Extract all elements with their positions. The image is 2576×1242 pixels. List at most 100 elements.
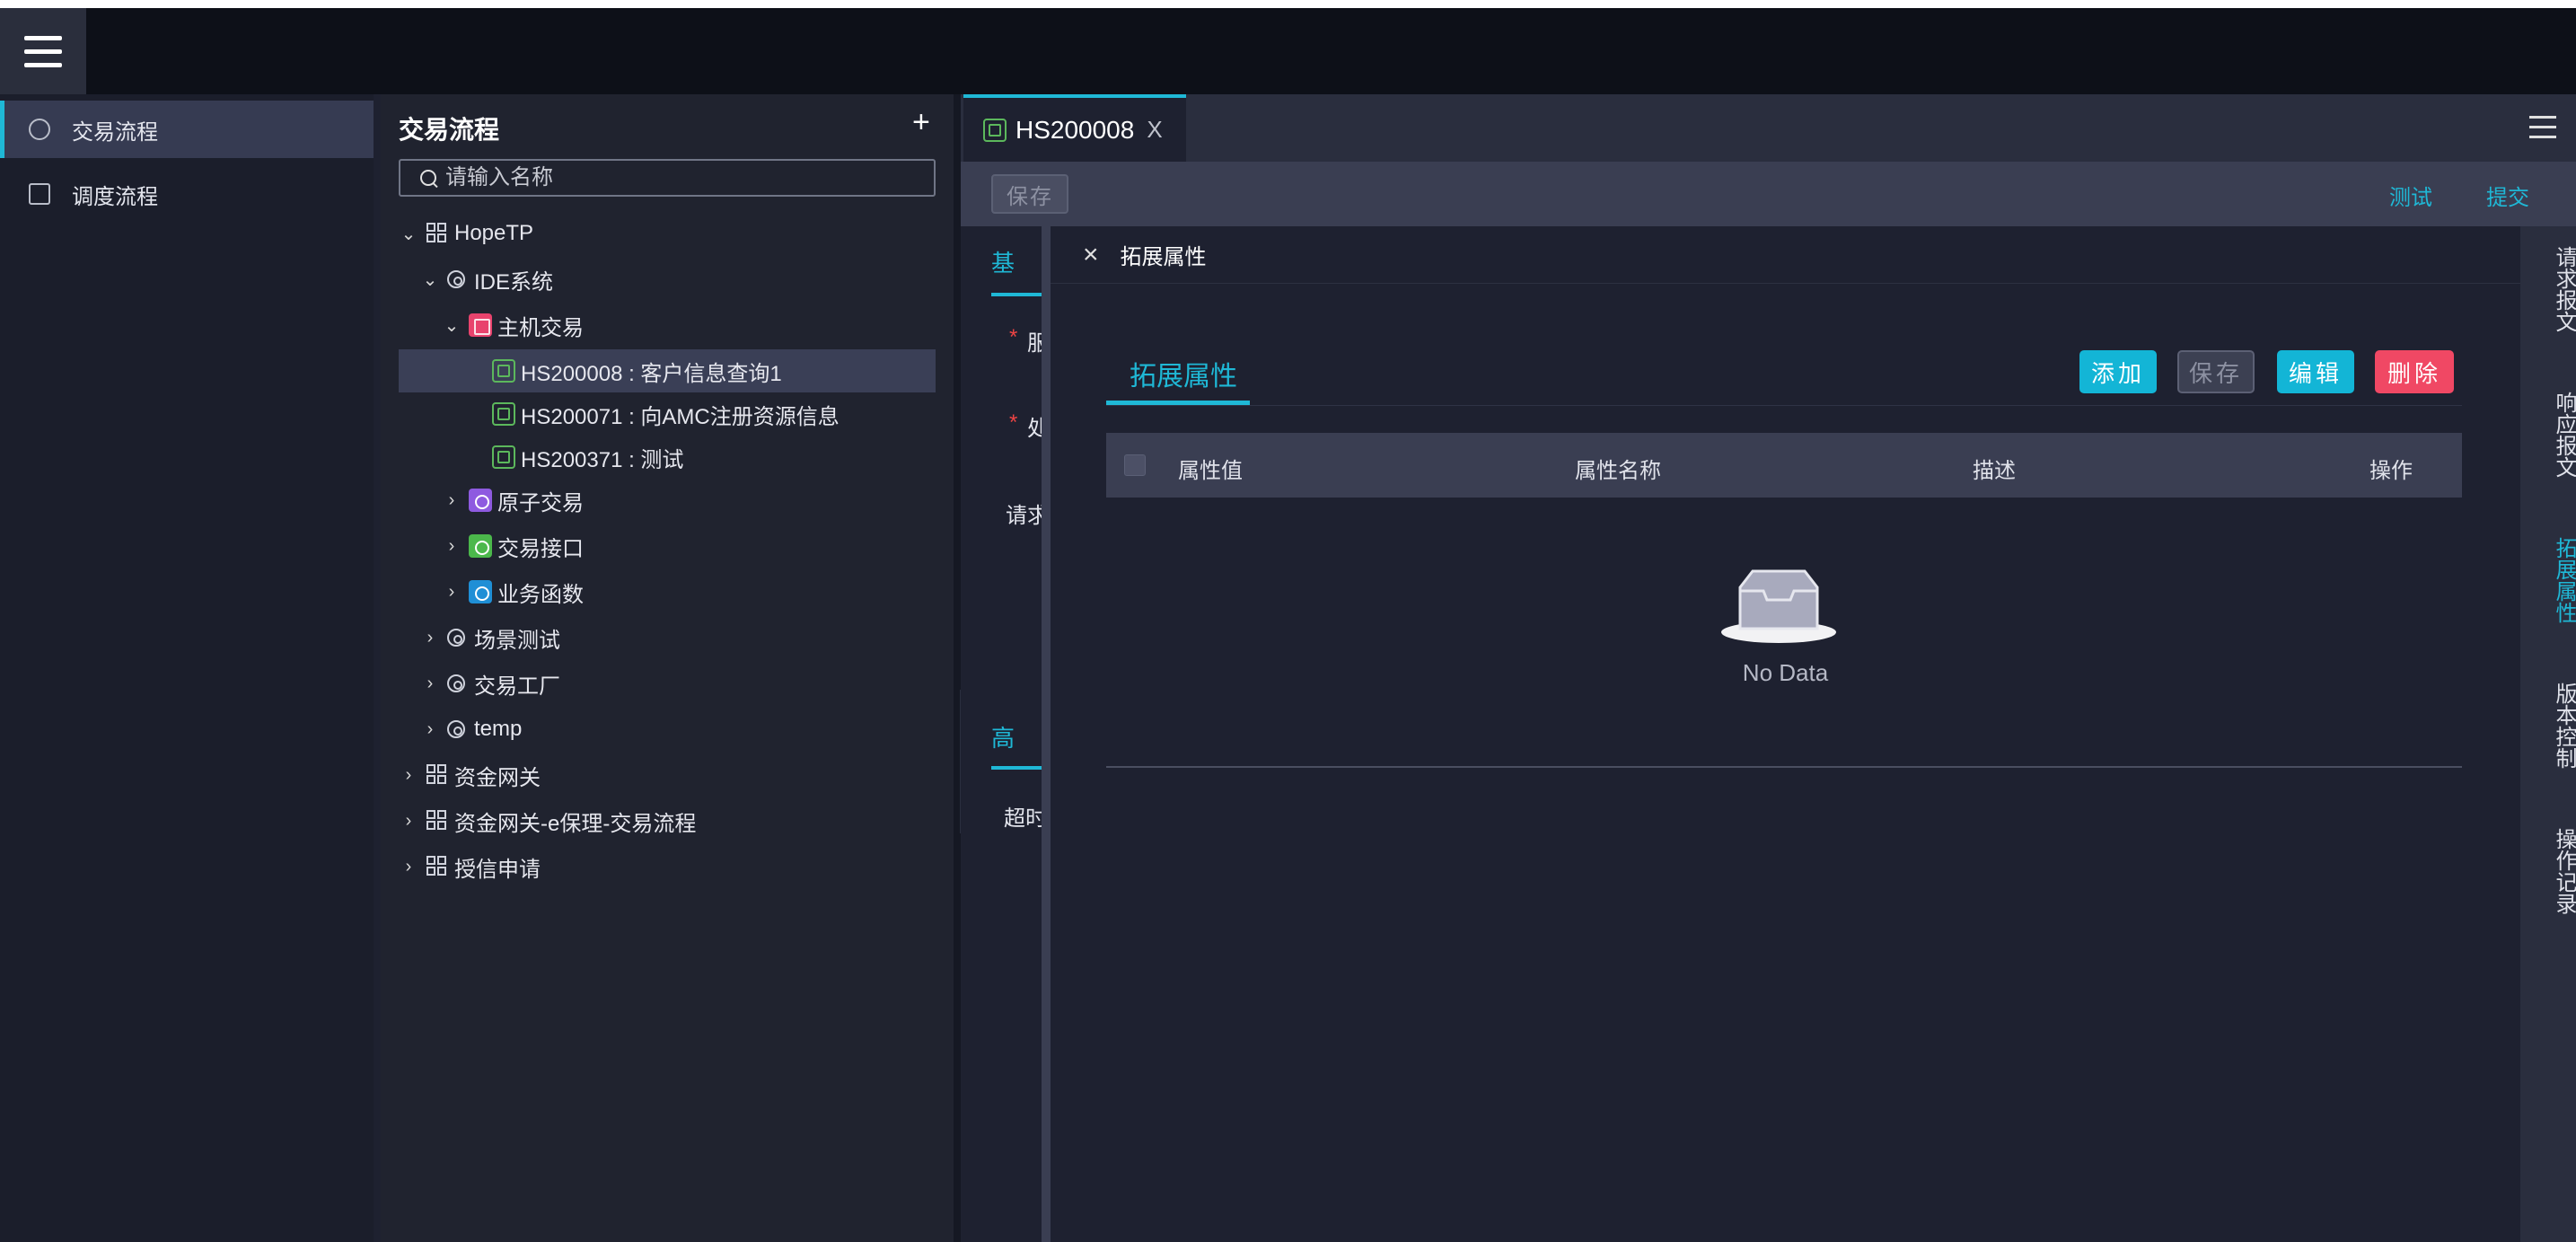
nav-item-label: 调度流程 xyxy=(72,184,158,209)
hamburger-icon xyxy=(24,31,62,72)
interface-icon xyxy=(469,534,492,558)
tree-node-fund-gateway[interactable]: › 资金网关 xyxy=(399,753,541,797)
tab-divider xyxy=(1106,405,2462,406)
tab-hs200008[interactable]: HS200008 X xyxy=(963,94,1186,162)
tree-node-hopetp[interactable]: ⌄ HopeTP xyxy=(399,212,533,255)
tree-node-transaction-interface[interactable]: › 交易接口 xyxy=(442,524,584,568)
tree-node-label: 资金网关-e保理-交易流程 xyxy=(454,811,697,836)
chevron-right-icon[interactable]: › xyxy=(399,811,418,832)
column-header-actions: 操作 xyxy=(2369,459,2413,483)
app-grid-icon xyxy=(426,809,449,832)
extension-properties-drawer: × 拓展属性 拓展属性 添加 保存 编辑 删除 属性值 属性名称 描述 操作 N… xyxy=(1042,226,2520,1242)
close-icon[interactable]: × xyxy=(1083,240,1099,270)
right-side-tabs: 请求报文 响应报文 拓展属性 版本控制 操作记录 xyxy=(2520,226,2576,1242)
app-grid-icon xyxy=(426,222,449,245)
delete-button[interactable]: 删除 xyxy=(2375,350,2454,393)
gear-icon xyxy=(447,674,465,692)
chevron-down-icon[interactable]: ⌄ xyxy=(442,314,462,337)
schedule-flow-icon xyxy=(29,183,50,205)
search-icon xyxy=(420,170,436,186)
tree-node-label: 授信申请 xyxy=(454,857,541,882)
tree-node-hs200371[interactable]: HS200371 : 测试 xyxy=(492,436,683,479)
chevron-down-icon[interactable]: ⌄ xyxy=(420,269,440,291)
column-header-description: 描述 xyxy=(1973,459,2016,483)
nav-item-transaction-flow[interactable]: 交易流程 xyxy=(0,101,374,158)
select-all-checkbox[interactable] xyxy=(1124,454,1146,476)
tree-node-label: 交易工厂 xyxy=(474,674,560,699)
drawer-title: 拓展属性 xyxy=(1120,245,1207,269)
column-header-value: 属性值 xyxy=(1178,459,1243,483)
tab-basic[interactable]: 基 xyxy=(991,245,1015,278)
add-button[interactable]: 添加 xyxy=(2079,350,2157,393)
save-button[interactable]: 保存 xyxy=(991,174,1068,214)
tree-node-label: 原子交易 xyxy=(497,490,584,515)
chevron-right-icon[interactable]: › xyxy=(442,536,462,557)
nav-item-label: 交易流程 xyxy=(72,119,158,145)
tree-search-input[interactable] xyxy=(445,165,912,190)
tree-node-hs200008[interactable]: HS200008 : 客户信息查询1 xyxy=(399,349,936,392)
tree-title: 交易流程 xyxy=(399,116,500,144)
empty-inbox-icon xyxy=(1721,569,1836,643)
tree-node-business-function[interactable]: › 业务函数 xyxy=(442,570,584,613)
chevron-right-icon[interactable]: › xyxy=(399,765,418,786)
tree-node-atomic-transaction[interactable]: › 原子交易 xyxy=(442,479,584,522)
gear-icon xyxy=(447,270,465,288)
submit-button[interactable]: 提交 xyxy=(2486,180,2529,211)
chevron-right-icon[interactable]: › xyxy=(420,674,440,694)
chevron-down-icon[interactable]: ⌄ xyxy=(399,223,418,245)
top-bar xyxy=(0,8,2576,94)
chevron-right-icon[interactable]: › xyxy=(442,490,462,511)
timeout-label: 超时 xyxy=(1004,806,1047,831)
chevron-right-icon[interactable]: › xyxy=(442,582,462,603)
tab-extension-properties[interactable]: 拓展属性 xyxy=(1130,354,1237,393)
tree-node-scenario-test[interactable]: › 场景测试 xyxy=(420,616,560,659)
chevron-right-icon[interactable]: › xyxy=(420,719,440,740)
editor-tab-bar: HS200008 X xyxy=(961,94,2576,162)
gear-icon xyxy=(447,629,465,647)
tree-node-label: HS200371 : 测试 xyxy=(521,447,684,472)
app-grid-icon xyxy=(426,855,449,878)
side-tab-operation-log[interactable]: 操作记录 xyxy=(2520,828,2576,914)
tree-node-label: IDE系统 xyxy=(474,269,554,295)
tree-node-credit-application[interactable]: › 授信申请 xyxy=(399,845,541,888)
panel-splitter[interactable] xyxy=(954,94,961,1242)
document-icon xyxy=(492,359,515,383)
tree-node-hs200071[interactable]: HS200071 : 向AMC注册资源信息 xyxy=(492,392,840,436)
tree-node-transaction-factory[interactable]: › 交易工厂 xyxy=(420,662,560,705)
chevron-right-icon[interactable]: › xyxy=(420,628,440,648)
chevron-right-icon[interactable]: › xyxy=(399,857,418,877)
document-icon xyxy=(492,445,515,469)
tab-advanced[interactable]: 高 xyxy=(991,720,1015,753)
hamburger-icon[interactable] xyxy=(2529,116,2556,145)
close-tab-icon[interactable]: X xyxy=(1147,116,1162,144)
host-transaction-icon xyxy=(469,313,492,337)
side-tab-response-message[interactable]: 响应报文 xyxy=(2520,392,2576,478)
app-grid-icon xyxy=(426,763,449,787)
tree-node-host-transaction[interactable]: ⌄ 主机交易 xyxy=(442,304,584,347)
tree-node-label: 业务函数 xyxy=(497,582,584,607)
top-border xyxy=(0,0,2576,8)
gear-icon xyxy=(447,720,465,738)
save-button[interactable]: 保存 xyxy=(2177,350,2255,393)
tab-label: HS200008 xyxy=(1015,115,1135,144)
test-button[interactable]: 测试 xyxy=(2389,180,2432,211)
document-icon xyxy=(492,402,515,426)
side-tab-extension-properties[interactable]: 拓展属性 xyxy=(2520,537,2576,623)
main-menu-button[interactable] xyxy=(0,8,86,94)
nav-item-schedule-flow[interactable]: 调度流程 xyxy=(0,165,374,223)
function-icon xyxy=(469,580,492,603)
atomic-transaction-icon xyxy=(469,489,492,512)
editor-toolbar: 保存 测试 提交 xyxy=(961,162,2576,226)
tree-node-ide[interactable]: ⌄ IDE系统 xyxy=(420,258,553,301)
table-header: 属性值 属性名称 描述 操作 xyxy=(1106,433,2462,498)
edit-button[interactable]: 编辑 xyxy=(2277,350,2354,393)
tree-node-label: 资金网关 xyxy=(454,765,541,790)
required-mark: * xyxy=(1009,325,1018,349)
side-tab-request-message[interactable]: 请求报文 xyxy=(2520,246,2576,332)
side-tab-version-control[interactable]: 版本控制 xyxy=(2520,683,2576,769)
tree-node-fund-gateway-factoring[interactable]: › 资金网关-e保理-交易流程 xyxy=(399,799,696,842)
tree-node-temp[interactable]: › temp xyxy=(420,708,523,751)
table-bottom-border xyxy=(1106,766,2462,768)
required-mark: * xyxy=(1009,410,1018,435)
add-node-button[interactable]: + xyxy=(912,105,930,140)
